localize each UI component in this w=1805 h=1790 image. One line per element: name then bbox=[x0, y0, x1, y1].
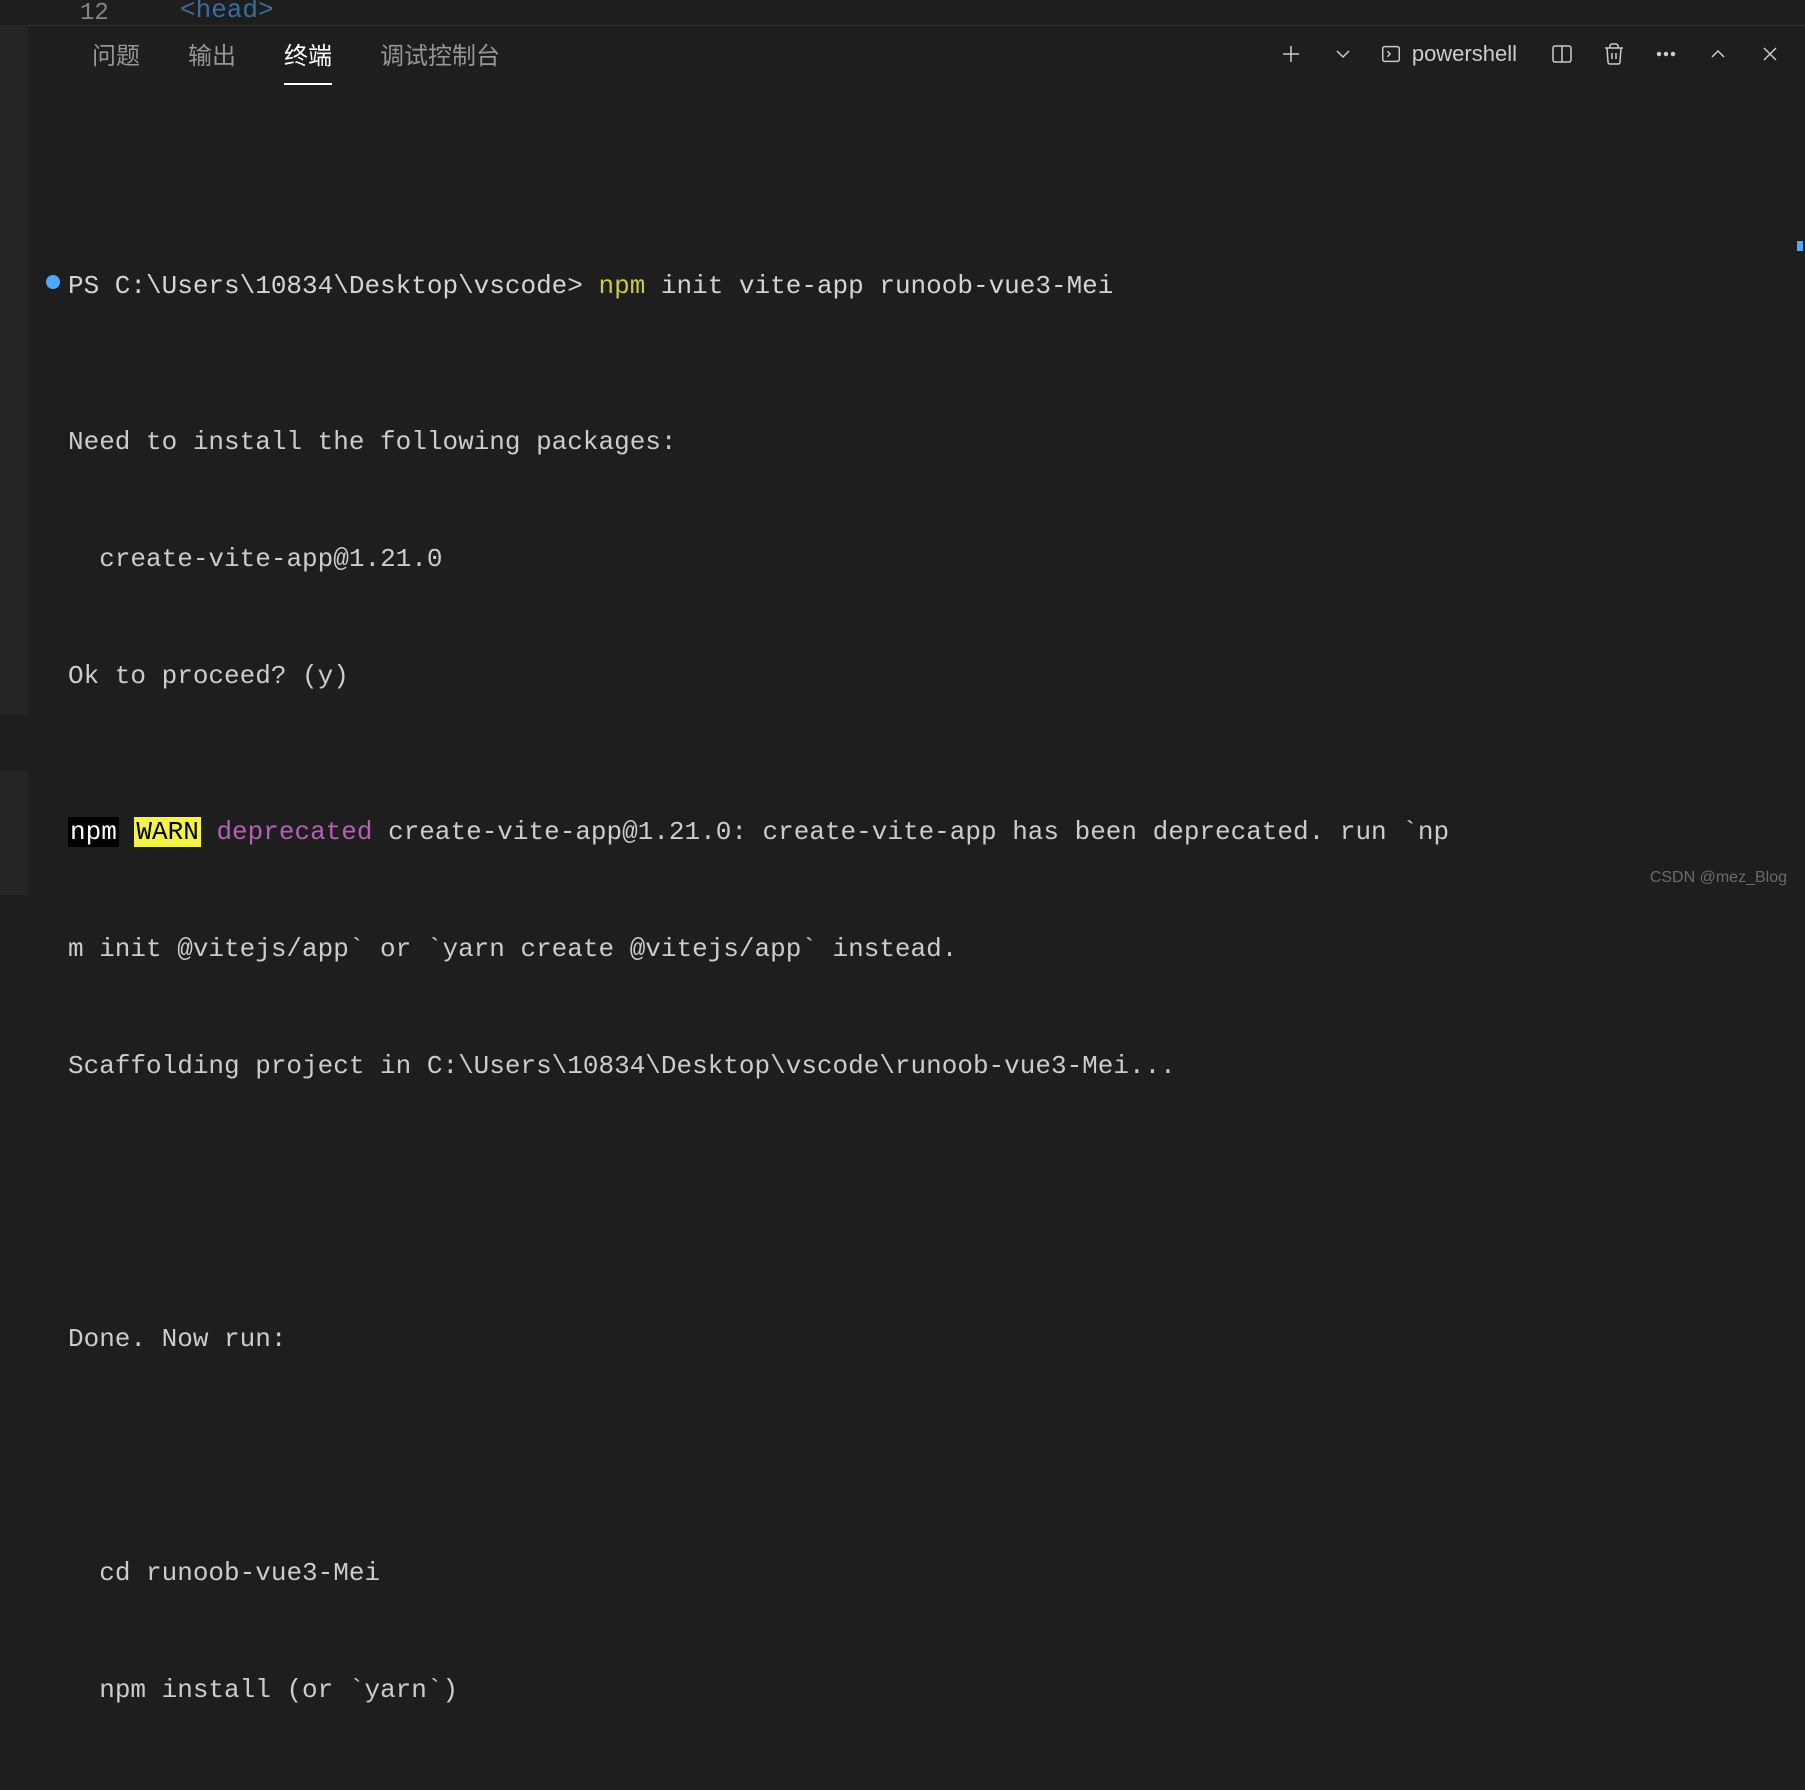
output-line: m init @vitejs/app` or `yarn create @vit… bbox=[68, 930, 1765, 969]
tab-terminal[interactable]: 终端 bbox=[260, 26, 356, 81]
terminal-output[interactable]: PS C:\Users\10834\Desktop\vscode> npm in… bbox=[28, 81, 1805, 1790]
line-number: 12 bbox=[80, 0, 109, 25]
output-line: Done. Now run: bbox=[68, 1320, 1765, 1359]
active-indicator-icon bbox=[46, 275, 60, 289]
bottom-panel: 问题 输出 终端 调试控制台 powershell bbox=[28, 25, 1805, 895]
warn-tag: WARN bbox=[134, 817, 200, 847]
output-line: npm run dev (or `yarn dev`) bbox=[68, 1788, 1765, 1790]
tab-debug-console[interactable]: 调试控制台 bbox=[356, 26, 524, 81]
tab-output[interactable]: 输出 bbox=[164, 26, 260, 81]
output-line: npm install (or `yarn`) bbox=[68, 1671, 1765, 1710]
shell-indicator[interactable]: powershell bbox=[1380, 41, 1517, 67]
more-actions-button[interactable] bbox=[1651, 39, 1681, 69]
shell-name: powershell bbox=[1412, 41, 1517, 67]
activity-bar-gap bbox=[0, 715, 28, 770]
panel-tabs-row: 问题 输出 终端 调试控制台 powershell bbox=[28, 25, 1805, 81]
output-line: cd runoob-vue3-Mei bbox=[68, 1554, 1765, 1593]
editor-peek-text: <head> bbox=[180, 0, 274, 25]
panel-actions: powershell bbox=[1276, 39, 1785, 69]
maximize-panel-button[interactable] bbox=[1703, 39, 1733, 69]
npm-tag: npm bbox=[68, 817, 119, 847]
cmd-npm: npm bbox=[599, 271, 646, 301]
output-line: create-vite-app@1.21.0 bbox=[68, 540, 1765, 579]
cmd-args: init vite-app runoob-vue3-Mei bbox=[645, 271, 1113, 301]
watermark: CSDN @mez_Blog bbox=[1650, 869, 1787, 887]
output-line: Ok to proceed? (y) bbox=[68, 657, 1765, 696]
deprecated-label: deprecated bbox=[216, 817, 372, 847]
tab-problems[interactable]: 问题 bbox=[68, 26, 164, 81]
activity-bar-strip bbox=[0, 25, 28, 895]
split-terminal-button[interactable] bbox=[1547, 39, 1577, 69]
new-terminal-button[interactable] bbox=[1276, 39, 1306, 69]
warn-text: create-vite-app@1.21.0: create-vite-app … bbox=[372, 817, 1449, 847]
output-line: Scaffolding project in C:\Users\10834\De… bbox=[68, 1047, 1765, 1086]
prompt-path: PS C:\Users\10834\Desktop\vscode> bbox=[68, 271, 599, 301]
kill-terminal-button[interactable] bbox=[1599, 39, 1629, 69]
close-panel-button[interactable] bbox=[1755, 39, 1785, 69]
scrollbar-marker bbox=[1797, 241, 1803, 251]
editor-peek: 12 <head> bbox=[0, 0, 274, 25]
output-line: Need to install the following packages: bbox=[68, 423, 1765, 462]
terminal-dropdown-button[interactable] bbox=[1328, 39, 1358, 69]
